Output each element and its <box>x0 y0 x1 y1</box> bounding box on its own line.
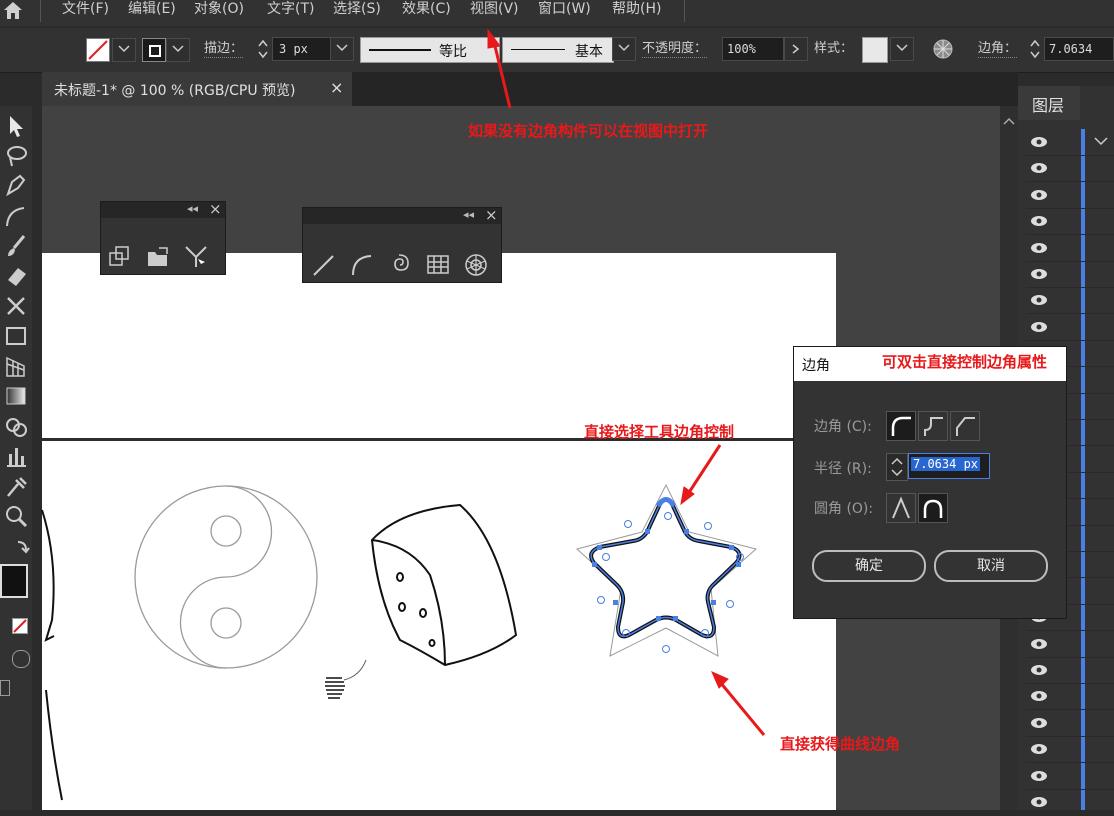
radius-input-value: 7.0634 px <box>911 457 981 471</box>
panel-header[interactable]: ◂◂ × <box>101 200 225 218</box>
line-segment-tool-icon[interactable] <box>311 252 337 278</box>
spiral-tool-icon[interactable] <box>387 252 413 278</box>
annotation-curve-corner: 直接获得曲线边角 <box>780 735 901 753</box>
lasso-tool-icon[interactable] <box>2 142 30 170</box>
layer-row[interactable] <box>1026 657 1114 684</box>
column-graph-tool-icon[interactable] <box>2 442 30 470</box>
eye-icon[interactable] <box>1030 690 1048 702</box>
selection-tool-icon[interactable] <box>2 112 30 140</box>
eye-icon[interactable] <box>1030 215 1048 227</box>
paintbrush-tool-icon[interactable] <box>2 232 30 260</box>
layer-row[interactable] <box>1026 261 1114 288</box>
radius-stepper-icon[interactable] <box>886 453 908 481</box>
layers-tab-title: 图层 <box>1032 96 1065 115</box>
rounded-star-drawing <box>575 483 758 657</box>
rounding-relative-button[interactable] <box>886 493 916 523</box>
corner-inverted-button[interactable] <box>918 411 948 441</box>
layer-row[interactable] <box>1026 208 1114 235</box>
partial-figure-outline <box>41 509 63 801</box>
layer-row[interactable] <box>1026 736 1114 763</box>
radius-label: 半径 (R): <box>814 461 872 477</box>
gradient-tool-icon[interactable] <box>2 382 30 410</box>
close-icon[interactable]: × <box>485 206 498 224</box>
eye-icon[interactable] <box>1030 638 1048 650</box>
reshape-tool-icon[interactable] <box>145 244 171 270</box>
layer-row[interactable] <box>1026 287 1114 314</box>
corner-chamfer-button[interactable] <box>950 411 980 441</box>
shape-builder-tool-icon[interactable] <box>2 412 30 440</box>
close-icon[interactable]: × <box>209 200 222 218</box>
none-color-icon[interactable] <box>12 618 28 634</box>
corners-dialog: 边角 边角 (C): 半径 (R): 7.0634 px 圆角 (O): 确定 … <box>793 346 1067 619</box>
eye-icon[interactable] <box>1030 162 1048 174</box>
layer-row[interactable] <box>1026 789 1114 816</box>
polar-grid-tool-icon[interactable] <box>463 252 489 278</box>
transform-tools-panel: ◂◂ × <box>100 200 226 275</box>
swap-colors-icon[interactable] <box>2 536 30 564</box>
cheese-block-drawing <box>370 503 518 667</box>
drawing-mode-icon[interactable] <box>12 650 30 668</box>
annotation-direct-select: 直接选择工具边角控制 <box>584 423 735 441</box>
layer-row[interactable] <box>1026 683 1114 710</box>
fill-stroke-swatch[interactable] <box>0 564 28 598</box>
layer-row[interactable] <box>1026 710 1114 737</box>
eye-icon[interactable] <box>1030 743 1048 755</box>
eye-icon[interactable] <box>1030 770 1048 782</box>
line-tools-panel: ◂◂ × <box>302 206 502 283</box>
arc-tool-icon[interactable] <box>349 252 375 278</box>
zoom-tool-icon[interactable] <box>2 502 30 530</box>
annotation-view-menu: 如果没有边角构件可以在视图中打开 <box>468 122 709 140</box>
rectangular-grid-tool-icon[interactable] <box>425 252 451 278</box>
eraser-tool-icon[interactable] <box>2 262 30 290</box>
eye-icon[interactable] <box>1030 268 1048 280</box>
dialog-title: 边角 <box>802 358 830 374</box>
eye-icon[interactable] <box>1030 294 1048 306</box>
eye-icon[interactable] <box>1030 717 1048 729</box>
pen-tool-icon[interactable] <box>2 172 30 200</box>
scribble-drawing <box>325 659 367 699</box>
width-tool-icon[interactable] <box>183 244 209 270</box>
eye-icon[interactable] <box>1030 136 1048 148</box>
free-transform-tool-icon[interactable] <box>2 322 30 350</box>
eye-icon[interactable] <box>1030 189 1048 201</box>
layers-tab[interactable]: 图层 <box>1018 86 1080 120</box>
layer-row[interactable] <box>1026 314 1114 341</box>
eye-icon[interactable] <box>1030 242 1048 254</box>
rounding-label: 圆角 (O): <box>814 501 874 517</box>
layer-row[interactable] <box>1026 182 1114 209</box>
eye-icon[interactable] <box>1030 321 1048 333</box>
layer-row[interactable] <box>1026 763 1114 790</box>
yin-yang-drawing <box>134 485 318 669</box>
collapse-icon[interactable]: ◂◂ <box>463 208 474 221</box>
layer-row[interactable] <box>1026 129 1114 156</box>
panel-header[interactable]: ◂◂ × <box>303 206 501 224</box>
corner-round-button[interactable] <box>886 411 916 441</box>
cancel-button[interactable]: 取消 <box>934 550 1048 582</box>
layer-row[interactable] <box>1026 155 1114 182</box>
scale-tool-icon[interactable] <box>107 244 133 270</box>
eye-icon[interactable] <box>1030 664 1048 676</box>
scissors-tool-icon[interactable] <box>2 292 30 320</box>
annotation-double-click: 可双击直接控制边角属性 <box>882 353 1048 371</box>
collapse-icon[interactable]: ◂◂ <box>187 202 198 215</box>
layer-row[interactable] <box>1026 235 1114 262</box>
corner-type-label: 边角 (C): <box>814 419 872 435</box>
eye-icon[interactable] <box>1030 796 1048 808</box>
curvature-tool-icon[interactable] <box>2 202 30 230</box>
layer-row[interactable] <box>1026 631 1114 658</box>
radius-input[interactable]: 7.0634 px <box>908 453 990 479</box>
perspective-grid-tool-icon[interactable] <box>2 352 30 380</box>
rounding-absolute-button[interactable] <box>918 493 948 523</box>
tools-panel <box>0 106 32 810</box>
screen-mode-icon[interactable] <box>0 680 10 696</box>
eyedropper-tool-icon[interactable] <box>2 472 30 500</box>
ok-button[interactable]: 确定 <box>812 550 926 582</box>
